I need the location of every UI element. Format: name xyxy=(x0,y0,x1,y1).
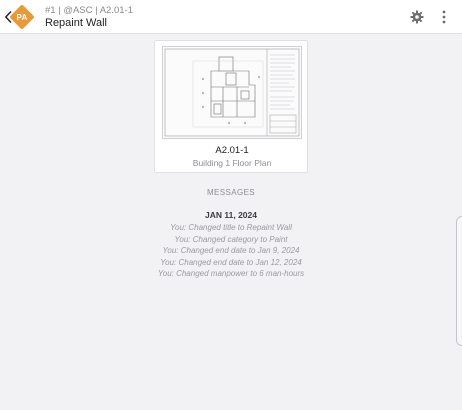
log-entry: You: Changed manpower to 6 man-hours xyxy=(157,269,305,278)
side-panel-handle[interactable] xyxy=(456,216,462,346)
log-entry: You: Changed end date to Jan 9, 2024 xyxy=(162,246,300,255)
badge-initials: PA xyxy=(16,12,28,22)
message-date: JAN 11, 2024 xyxy=(205,210,257,220)
task-badge: PA xyxy=(9,4,35,30)
more-options-button[interactable] xyxy=(438,9,450,25)
floor-plan-thumbnail[interactable] xyxy=(162,46,302,139)
log-entry: You: Changed category to Paint xyxy=(174,234,288,244)
top-bar: PA #1 | @ASC | A2.01-1 Repaint Wall xyxy=(0,0,462,34)
log-entry: You: Changed title to Repaint Wall xyxy=(170,223,292,232)
drawing-attachment-card[interactable]: A2.01-1 Building 1 Floor Plan xyxy=(154,40,308,173)
gear-icon xyxy=(410,10,424,24)
task-reference: #1 | @ASC | A2.01-1 xyxy=(45,5,133,16)
sheet-number: A2.01-1 xyxy=(215,145,249,156)
sheet-name: Building 1 Floor Plan xyxy=(192,158,272,168)
floor-plan-drawing xyxy=(164,48,300,137)
more-vertical-icon xyxy=(442,10,446,24)
log-entry: You: Changed end date to Jan 12, 2024 xyxy=(160,257,302,267)
activity-log: You: Changed title to Repaint Wall You: … xyxy=(0,222,462,280)
task-title: Repaint Wall xyxy=(45,17,107,29)
messages-heading: MESSAGES xyxy=(206,188,256,197)
settings-button[interactable] xyxy=(410,10,424,24)
